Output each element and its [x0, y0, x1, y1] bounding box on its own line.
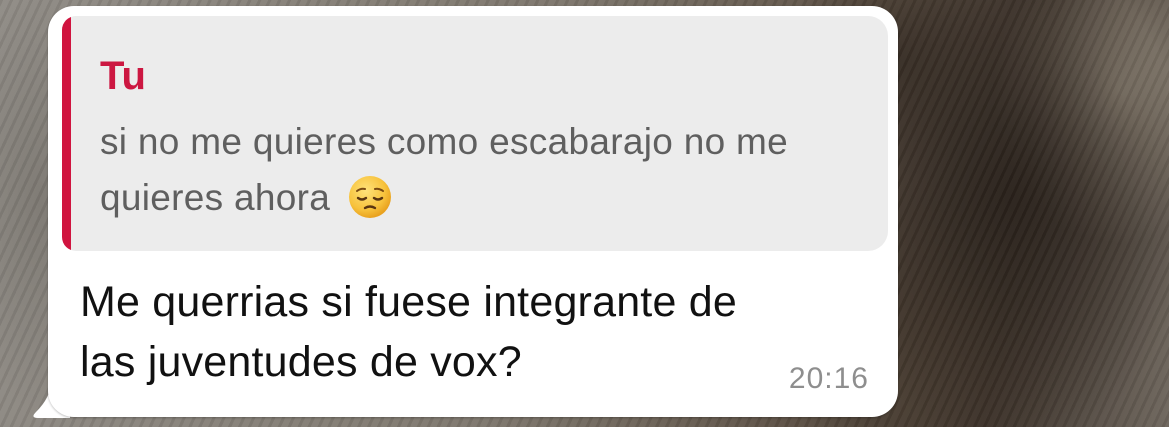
quote-text: si no me quieres como escabarajo no me q… — [100, 121, 789, 218]
quote-text-container: si no me quieres como escabarajo no me q… — [100, 114, 870, 226]
quote-author: Tu — [100, 54, 146, 98]
message-text: Me querrias si fuese integrante de las j… — [80, 278, 737, 386]
message-timestamp: 20:16 — [788, 362, 869, 395]
pensive-face-icon — [348, 176, 391, 219]
quoted-message[interactable]: Tu si no me quieres como escabarajo no m… — [62, 16, 888, 251]
quote-accent-bar — [62, 16, 71, 251]
